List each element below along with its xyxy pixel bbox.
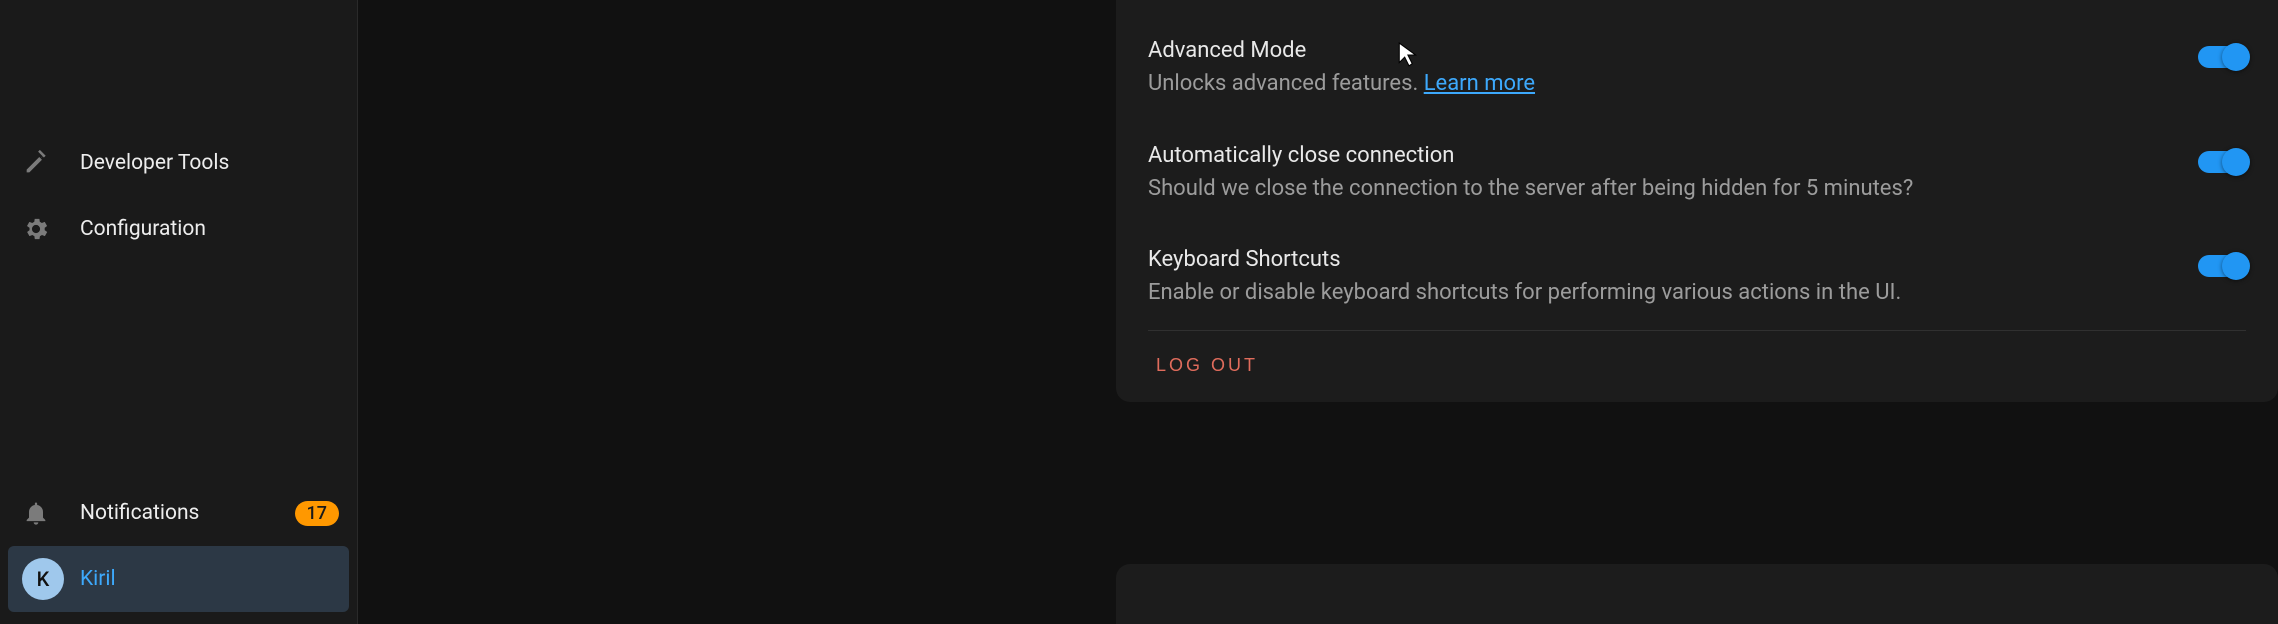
sidebar-item-configuration[interactable]: Configuration: [0, 196, 357, 262]
sidebar-item-notifications[interactable]: Notifications 17: [0, 480, 357, 546]
setting-description: Unlocks advanced features. Learn more: [1148, 69, 2158, 99]
setting-auto-close: Automatically close connection Should we…: [1148, 121, 2246, 226]
notification-badge: 17: [295, 501, 339, 526]
bell-icon: [22, 499, 80, 527]
setting-keyboard-shortcuts: Keyboard Shortcuts Enable or disable key…: [1148, 225, 2246, 330]
auto-close-toggle[interactable]: [2198, 151, 2246, 173]
sidebar-item-label: Notifications: [80, 501, 295, 525]
setting-desc-text: Unlocks advanced features.: [1148, 71, 1424, 96]
sidebar-item-developer-tools[interactable]: Developer Tools: [0, 130, 357, 196]
avatar-initial: K: [22, 558, 64, 600]
content-area: Advanced Mode Unlocks advanced features.…: [358, 0, 2278, 624]
sidebar-item-label: Developer Tools: [80, 151, 339, 175]
setting-description: Enable or disable keyboard shortcuts for…: [1148, 278, 2158, 308]
settings-card: Advanced Mode Unlocks advanced features.…: [1116, 0, 2278, 402]
hammer-icon: [22, 149, 80, 177]
next-card: [1116, 564, 2278, 624]
setting-title: Advanced Mode: [1148, 38, 2158, 63]
setting-description: Should we close the connection to the se…: [1148, 174, 2158, 204]
sidebar: Developer Tools Configuration Notificati…: [0, 0, 358, 624]
sidebar-item-label: Configuration: [80, 217, 339, 241]
learn-more-link[interactable]: Learn more: [1424, 71, 1535, 96]
setting-title: Automatically close connection: [1148, 143, 2158, 168]
logout-row: LOG OUT: [1148, 330, 2246, 402]
keyboard-shortcuts-toggle[interactable]: [2198, 255, 2246, 277]
setting-title: Keyboard Shortcuts: [1148, 247, 2158, 272]
avatar: K: [22, 558, 80, 600]
gear-icon: [22, 215, 80, 243]
sidebar-item-user[interactable]: K Kiril: [8, 546, 349, 612]
setting-advanced-mode: Advanced Mode Unlocks advanced features.…: [1148, 24, 2246, 121]
advanced-mode-toggle[interactable]: [2198, 46, 2246, 68]
logout-button[interactable]: LOG OUT: [1156, 355, 1258, 376]
sidebar-item-label: Kiril: [80, 567, 331, 591]
